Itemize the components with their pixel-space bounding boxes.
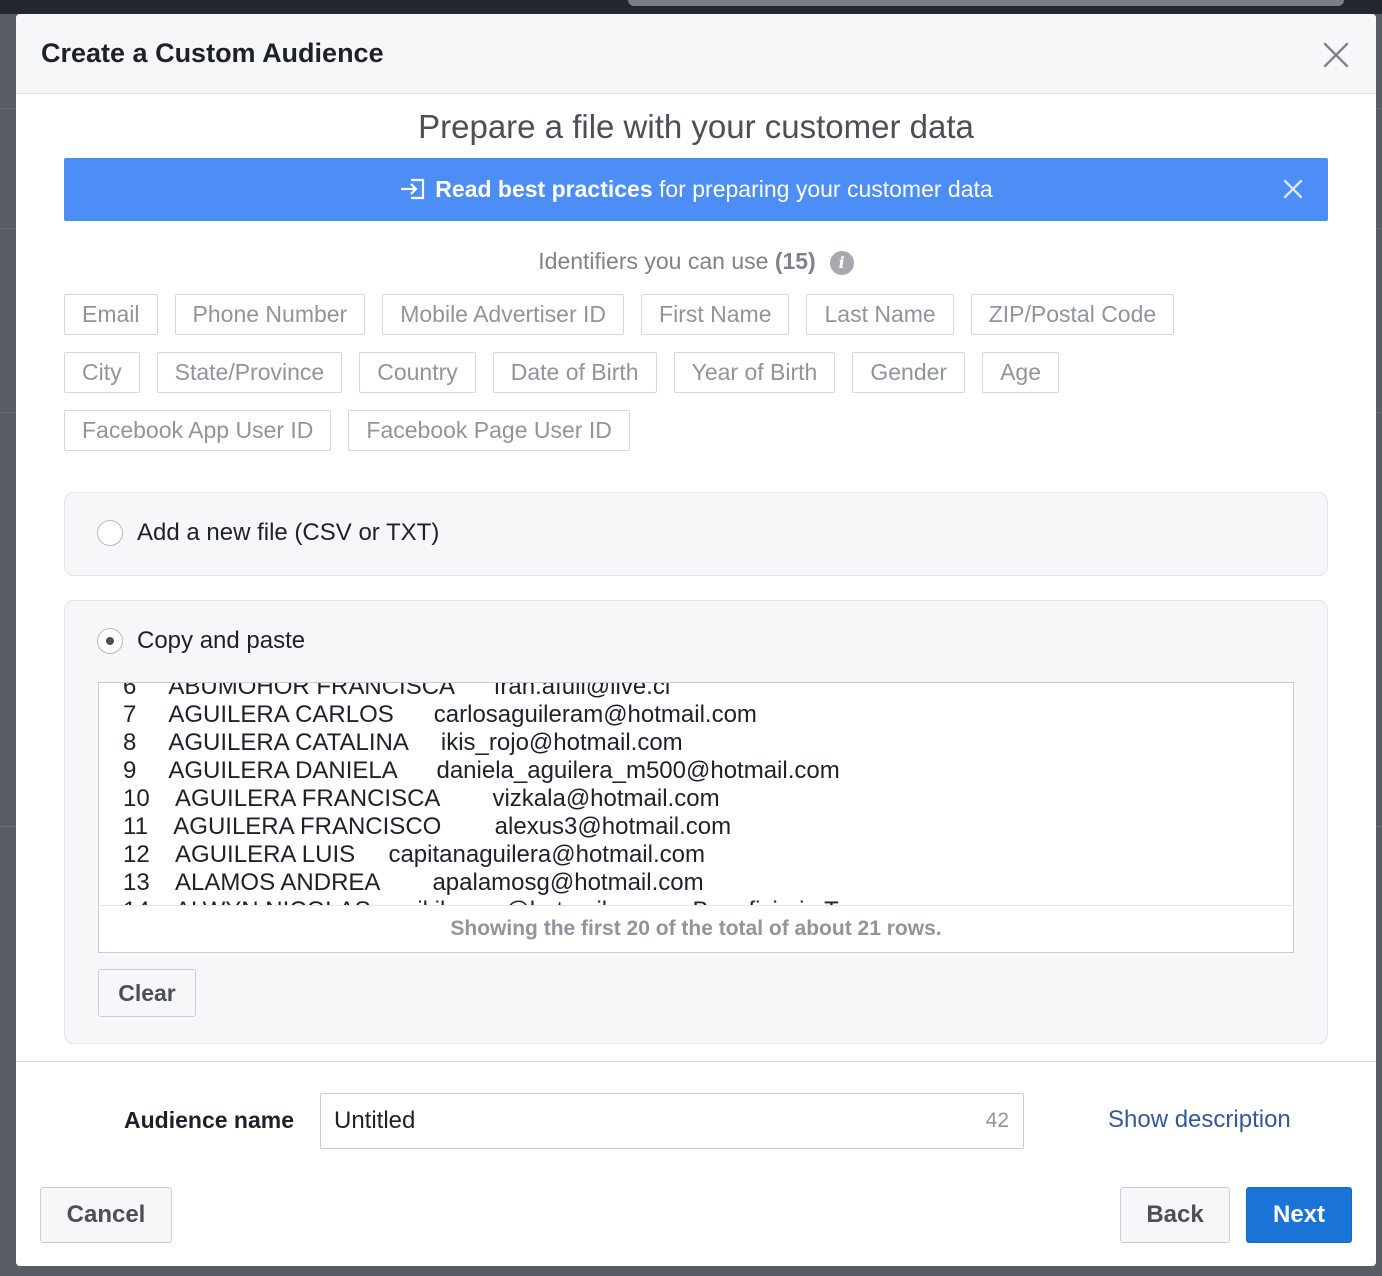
identifier-tag: Year of Birth bbox=[673, 352, 836, 393]
audience-name-label: Audience name bbox=[124, 1107, 294, 1133]
pasted-row: 12 AGUILERA LUIS capitanaguilera@hotmail… bbox=[123, 841, 705, 868]
modal-footer: Audience name 42 Show description Cancel… bbox=[16, 1061, 1376, 1266]
identifier-tag: Facebook Page User ID bbox=[348, 410, 630, 451]
identifier-tag: Mobile Advertiser ID bbox=[382, 294, 625, 335]
back-button[interactable]: Back bbox=[1120, 1187, 1230, 1243]
identifier-tag: Gender bbox=[852, 352, 966, 393]
identifier-tag: Facebook App User ID bbox=[64, 410, 332, 451]
identifier-tag: Age bbox=[982, 352, 1059, 393]
paste-rows-summary: Showing the first 20 of the total of abo… bbox=[98, 905, 1294, 953]
identifier-tag: Phone Number bbox=[174, 294, 366, 335]
identifier-tag: Country bbox=[359, 352, 476, 393]
copy-paste-label: Copy and paste bbox=[137, 627, 306, 654]
cancel-button[interactable]: Cancel bbox=[40, 1187, 172, 1243]
radio-selected-dot bbox=[106, 637, 114, 645]
identifiers-count: (15) bbox=[774, 248, 816, 274]
browser-top-bar bbox=[0, 0, 1382, 14]
best-practices-banner: Read best practices for preparing your c… bbox=[64, 158, 1328, 221]
pasted-row: 11 AGUILERA FRANCISCO alexus3@hotmail.co… bbox=[123, 813, 732, 840]
banner-text: for preparing your customer data bbox=[652, 176, 993, 202]
modal-title: Create a Custom Audience bbox=[41, 38, 384, 68]
add-file-radio[interactable] bbox=[97, 520, 123, 546]
identifier-tag-row: Email Phone Number Mobile Advertiser ID Fir… bbox=[64, 294, 1328, 335]
identifier-tag: State/Province bbox=[156, 352, 343, 393]
close-icon[interactable] bbox=[1321, 40, 1351, 70]
identifier-tag: First Name bbox=[641, 294, 790, 335]
pasted-row: 10 AGUILERA FRANCISCA vizkala@hotmail.co… bbox=[123, 785, 720, 812]
identifier-tag-row: Facebook App User ID Facebook Page User I… bbox=[64, 410, 1328, 451]
identifier-tag: City bbox=[64, 352, 140, 393]
audience-name-input[interactable] bbox=[321, 1094, 961, 1148]
paste-textarea[interactable]: 6 ABUMOHOR FRANCISCA fran.afull@live.cl 7… bbox=[98, 682, 1294, 906]
sign-in-icon bbox=[401, 178, 425, 200]
identifiers-heading-text: Identifiers you can use bbox=[538, 248, 775, 274]
modal-header: Create a Custom Audience bbox=[16, 14, 1376, 94]
audience-name-field[interactable]: 42 bbox=[320, 1093, 1024, 1149]
custom-audience-modal: Create a Custom Audience Prepare a file … bbox=[16, 14, 1376, 1266]
modal-body: Prepare a file with your customer data R… bbox=[16, 94, 1376, 1061]
top-bar-scroll-pill bbox=[628, 0, 1344, 6]
section-title: Prepare a file with your customer data bbox=[418, 108, 974, 145]
copy-paste-radio[interactable] bbox=[97, 628, 123, 654]
pasted-row: 9 AGUILERA DANIELA daniela_aguilera_m500… bbox=[123, 757, 840, 784]
audience-name-char-count: 42 bbox=[985, 1109, 1009, 1132]
add-file-label: Add a new file (CSV or TXT) bbox=[137, 519, 440, 546]
identifier-tag-row: City State/Province Country Date of Birth Ye… bbox=[64, 352, 1328, 393]
pasted-row: 13 ALAMOS ANDREA apalamosg@hotmail.com bbox=[123, 869, 704, 896]
clear-button[interactable]: Clear bbox=[98, 969, 196, 1017]
pasted-row: 7 AGUILERA CARLOS carlosaguileram@hotmai… bbox=[123, 701, 757, 728]
pasted-row: 8 AGUILERA CATALINA ikis_rojo@hotmail.co… bbox=[123, 729, 683, 756]
add-file-option[interactable]: Add a new file (CSV or TXT) bbox=[64, 492, 1328, 576]
banner-content: Read best practices for preparing your c… bbox=[64, 176, 1328, 203]
info-icon[interactable]: i bbox=[829, 251, 854, 275]
identifier-tags: Email Phone Number Mobile Advertiser ID Fir… bbox=[64, 294, 1328, 468]
identifiers-heading: Identifiers you can use (15) i bbox=[16, 248, 1376, 275]
pasted-row: 6 ABUMOHOR FRANCISCA fran.afull@live.cl bbox=[123, 682, 671, 700]
identifier-tag: Email bbox=[64, 294, 158, 335]
copy-paste-option[interactable]: Copy and paste 6 ABUMOHOR FRANCISCA fran… bbox=[64, 600, 1328, 1044]
best-practices-link[interactable]: Read best practices bbox=[435, 176, 652, 202]
paste-lines: 6 ABUMOHOR FRANCISCA fran.afull@live.cl 7… bbox=[123, 682, 856, 905]
identifier-tag: ZIP/Postal Code bbox=[970, 294, 1175, 335]
next-button[interactable]: Next bbox=[1246, 1187, 1352, 1243]
banner-close-icon[interactable] bbox=[1282, 178, 1304, 200]
show-description-link[interactable]: Show description bbox=[1108, 1106, 1291, 1134]
identifier-tag: Date of Birth bbox=[492, 352, 657, 393]
identifier-tag: Last Name bbox=[806, 294, 954, 335]
